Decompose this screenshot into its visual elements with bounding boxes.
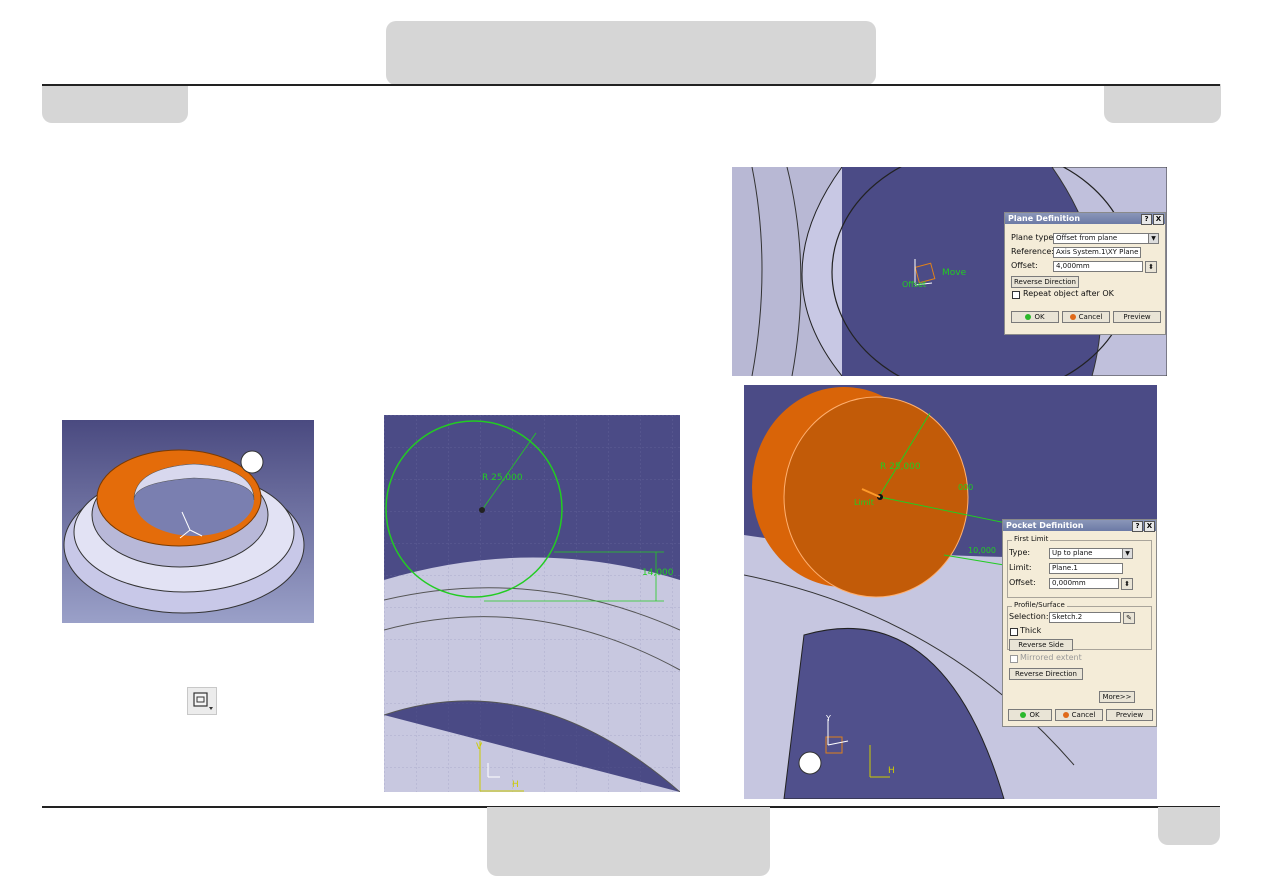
pocket-cancel-icon bbox=[1062, 712, 1069, 718]
height-dimension: 14,000 bbox=[642, 568, 674, 578]
pocket-definition-view[interactable]: R 25,000 000 10,000 Limit H Y Pocket Def… bbox=[744, 385, 1157, 799]
pocket-dim-a: 000 bbox=[958, 483, 973, 492]
h-axis-label: H bbox=[512, 780, 519, 790]
pocket-help-button[interactable]: ? bbox=[1132, 521, 1143, 532]
pocket-definition-dialog: Pocket Definition ? X First Limit Type: … bbox=[1002, 519, 1157, 727]
sketch-edit-icon[interactable]: ✎ bbox=[1123, 612, 1135, 624]
sketch-plane-tool-icon[interactable] bbox=[187, 687, 217, 715]
plane-definition-view[interactable]: Move Offset Plane Definition ? X Plane t… bbox=[732, 167, 1167, 376]
pocket-h-axis-label: H bbox=[888, 766, 895, 776]
dialog-title: Plane Definition ? X bbox=[1005, 213, 1165, 225]
v-axis-label: V bbox=[476, 742, 483, 752]
reverse-direction-button[interactable]: Reverse Direction bbox=[1011, 276, 1079, 288]
ring-face-selection-view[interactable] bbox=[62, 420, 314, 623]
pocket-callout-marker bbox=[798, 751, 822, 775]
pocket-cancel-button[interactable]: Cancel bbox=[1055, 709, 1103, 721]
radius-dimension: R 25,000 bbox=[482, 473, 523, 483]
mirrored-extent-label: Mirrored extent bbox=[1020, 653, 1082, 662]
offset-spinner[interactable]: ⬍ bbox=[1145, 261, 1157, 273]
offset-handle-label: Offset bbox=[902, 280, 926, 289]
thick-checkbox[interactable] bbox=[1010, 628, 1018, 636]
repeat-object-label: Repeat object after OK bbox=[1023, 289, 1114, 298]
ring-3d-model bbox=[62, 420, 314, 623]
sketch-canvas: R 25,000 14,000 V H bbox=[384, 415, 680, 792]
sketcher-view[interactable]: R 25,000 14,000 V H bbox=[384, 415, 680, 792]
reverse-direction-button[interactable]: Reverse Direction bbox=[1009, 668, 1083, 680]
pocket-y-axis-label: Y bbox=[825, 714, 831, 723]
ok-icon bbox=[1025, 314, 1032, 320]
help-button[interactable]: ? bbox=[1141, 214, 1152, 225]
thick-label: Thick bbox=[1020, 626, 1042, 635]
page-number-tab bbox=[1158, 807, 1220, 845]
move-handle-label: Move bbox=[942, 268, 967, 278]
pocket-offset-spinner[interactable]: ⬍ bbox=[1121, 578, 1133, 590]
plane-type-label: Plane type: bbox=[1011, 233, 1057, 242]
close-button[interactable]: X bbox=[1153, 214, 1164, 225]
type-chevron-down-icon: ▼ bbox=[1122, 549, 1132, 558]
chevron-down-icon: ▼ bbox=[1148, 234, 1158, 243]
offset-field[interactable]: 4,000mm bbox=[1053, 261, 1143, 272]
cancel-icon bbox=[1069, 314, 1076, 320]
preview-button[interactable]: Preview bbox=[1113, 311, 1161, 323]
bottom-footer-tab bbox=[487, 807, 770, 876]
left-header-tab bbox=[42, 84, 188, 123]
plane-type-select[interactable]: Offset from plane ▼ bbox=[1053, 233, 1159, 244]
mirrored-extent-checkbox[interactable] bbox=[1010, 655, 1018, 663]
limit-label: Limit: bbox=[1009, 563, 1032, 572]
offset-label: Offset: bbox=[1011, 261, 1038, 270]
right-header-tab bbox=[1104, 84, 1221, 123]
plane-definition-dialog: Plane Definition ? X Plane type: Offset … bbox=[1004, 212, 1166, 335]
ok-button[interactable]: OK bbox=[1011, 311, 1059, 323]
repeat-object-checkbox[interactable] bbox=[1012, 291, 1020, 299]
pocket-offset-label: Offset: bbox=[1009, 578, 1036, 587]
pocket-dialog-title: Pocket Definition ? X bbox=[1003, 520, 1156, 532]
pocket-dim-b: 10,000 bbox=[968, 546, 996, 555]
cancel-button[interactable]: Cancel bbox=[1062, 311, 1110, 323]
limit-type-select[interactable]: Up to plane ▼ bbox=[1049, 548, 1133, 559]
reference-label: Reference: bbox=[1011, 247, 1054, 256]
pocket-radius-dimension: R 25,000 bbox=[880, 462, 921, 472]
callout-marker bbox=[240, 450, 264, 474]
pocket-offset-field[interactable]: 0,000mm bbox=[1049, 578, 1119, 589]
limit-tag-label: Limit bbox=[854, 498, 874, 507]
more-button[interactable]: More>> bbox=[1099, 691, 1135, 703]
pocket-preview-button[interactable]: Preview bbox=[1106, 709, 1153, 721]
top-header-tab bbox=[386, 21, 876, 85]
limit-field[interactable]: Plane.1 bbox=[1049, 563, 1123, 574]
pocket-ok-button[interactable]: OK bbox=[1008, 709, 1052, 721]
type-label: Type: bbox=[1009, 548, 1031, 557]
pocket-close-button[interactable]: X bbox=[1144, 521, 1155, 532]
selection-label: Selection: bbox=[1009, 612, 1049, 621]
reverse-side-button[interactable]: Reverse Side bbox=[1009, 639, 1073, 651]
selection-field[interactable]: Sketch.2 bbox=[1049, 612, 1121, 623]
pocket-ok-icon bbox=[1020, 712, 1027, 718]
reference-field[interactable]: Axis System.1\XY Plane bbox=[1053, 247, 1141, 258]
header-rule bbox=[42, 84, 1220, 86]
